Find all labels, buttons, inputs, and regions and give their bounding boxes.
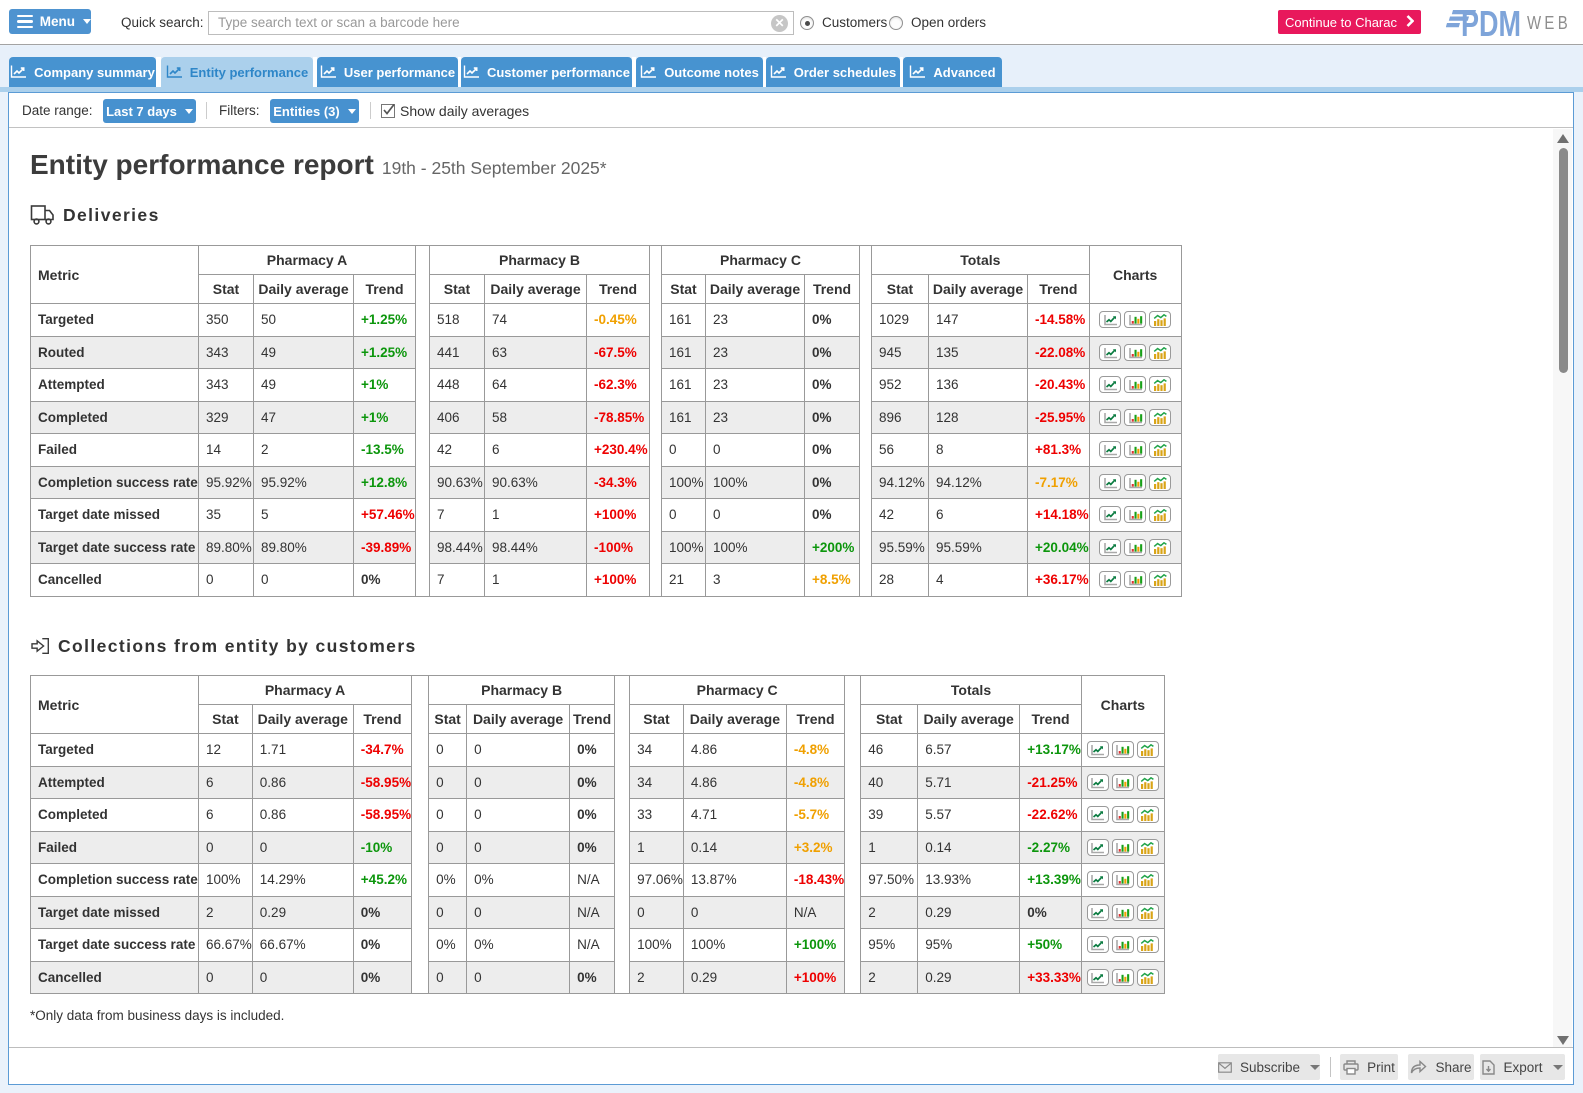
svg-text:WEB: WEB [1527, 13, 1571, 33]
svg-text:PDM: PDM [1461, 3, 1521, 40]
